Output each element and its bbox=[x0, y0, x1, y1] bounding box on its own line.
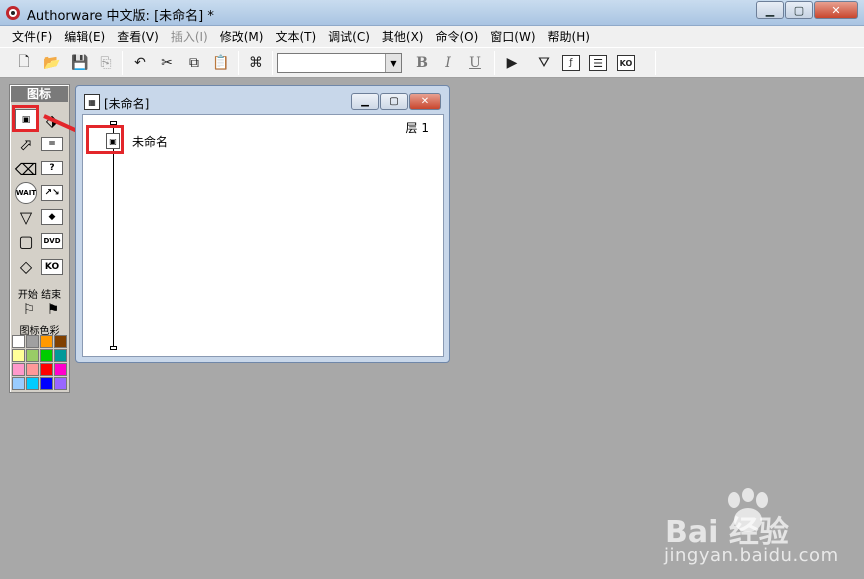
color-swatch[interactable] bbox=[54, 335, 67, 348]
find-icon[interactable]: ⌘ bbox=[246, 53, 266, 73]
close-button[interactable]: ✕ bbox=[814, 1, 858, 19]
child-minimize-button[interactable]: ▁ bbox=[351, 93, 379, 110]
color-swatch[interactable] bbox=[12, 363, 25, 376]
menu-bar: 文件(F) 编辑(E) 查看(V) 插入(I) 修改(M) 文本(T) 调试(C… bbox=[0, 26, 864, 47]
paste-icon[interactable]: 📋 bbox=[211, 53, 231, 73]
erase-icon[interactable]: ⬀ bbox=[15, 133, 37, 155]
color-swatch[interactable] bbox=[26, 377, 39, 390]
ko-icon[interactable]: KO bbox=[41, 259, 63, 275]
control-panel-icon[interactable]: ⛛ bbox=[534, 53, 554, 73]
highlight-box bbox=[86, 125, 124, 154]
start-flag-icon[interactable]: ⚐ bbox=[18, 299, 40, 321]
menu-modify[interactable]: 修改(M) bbox=[214, 28, 270, 45]
toolbar-separator bbox=[122, 51, 123, 75]
watermark-url: jingyan.baidu.com bbox=[664, 545, 839, 566]
bold-button[interactable]: B bbox=[412, 53, 432, 73]
wait-icon[interactable]: WAIT bbox=[15, 182, 37, 204]
underline-button[interactable]: U bbox=[465, 53, 485, 73]
import-icon[interactable]: ⎘ bbox=[96, 53, 116, 73]
child-close-button[interactable]: ✕ bbox=[409, 93, 441, 110]
decision-icon[interactable]: ◇ bbox=[15, 255, 37, 277]
color-swatch[interactable] bbox=[12, 349, 25, 362]
menu-insert[interactable]: 插入(I) bbox=[165, 28, 214, 45]
digital-movie-icon[interactable]: ◆ bbox=[41, 209, 63, 225]
erase-tool-icon[interactable]: ⌫ bbox=[15, 158, 38, 180]
framework-icon[interactable]: ▢ bbox=[15, 230, 37, 252]
new-icon[interactable]: 🗋 bbox=[14, 53, 34, 73]
flowline-canvas[interactable]: 层 1 ▣ 未命名 bbox=[82, 114, 444, 357]
color-swatch[interactable] bbox=[40, 363, 53, 376]
menu-text[interactable]: 文本(T) bbox=[269, 28, 322, 45]
minimize-icon: ▁ bbox=[765, 3, 775, 17]
color-swatch[interactable] bbox=[40, 349, 53, 362]
toolbar: 🗋 📂 💾 ⎘ ↶ ✂ ⧉ 📋 ⌘ ▼ B I U ▶ ⛛ ƒ ☰ KO bbox=[0, 47, 864, 78]
color-swatch[interactable] bbox=[54, 363, 67, 376]
palette-title[interactable]: 图标 bbox=[11, 86, 68, 102]
interaction-icon[interactable]: ? bbox=[41, 161, 63, 175]
end-flag-icon[interactable]: ⚑ bbox=[42, 299, 64, 321]
menu-edit[interactable]: 编辑(E) bbox=[58, 28, 111, 45]
maximize-icon: ▢ bbox=[793, 3, 805, 17]
menu-help[interactable]: 帮助(H) bbox=[542, 28, 596, 45]
run-icon[interactable]: ▶ bbox=[502, 53, 522, 73]
flowline bbox=[113, 123, 114, 349]
flow-icon-label[interactable]: 未命名 bbox=[132, 133, 168, 150]
menu-commands[interactable]: 命令(O) bbox=[429, 28, 484, 45]
menu-window[interactable]: 窗口(W) bbox=[484, 28, 541, 45]
maximize-button[interactable]: ▢ bbox=[785, 1, 813, 19]
color-swatch[interactable] bbox=[26, 349, 39, 362]
navigate-icon[interactable]: ▽ bbox=[15, 206, 37, 228]
functions-icon[interactable]: ƒ bbox=[562, 55, 580, 71]
layer-label: 层 1 bbox=[405, 121, 429, 135]
close-icon: ✕ bbox=[420, 96, 430, 107]
chevron-down-icon[interactable]: ▼ bbox=[385, 54, 401, 72]
window-controls: ▁ ▢ ✕ bbox=[755, 1, 858, 19]
flowchart-window[interactable]: ▦ [未命名] ▁ ▢ ✕ 层 1 ▣ 未命名 bbox=[75, 85, 450, 363]
open-icon[interactable]: 📂 bbox=[42, 53, 62, 73]
knowledge-objects-icon[interactable]: KO bbox=[617, 55, 635, 71]
variables-icon[interactable]: ☰ bbox=[589, 55, 607, 71]
highlight-box bbox=[12, 105, 39, 132]
menu-file[interactable]: 文件(F) bbox=[6, 28, 58, 45]
undo-icon[interactable]: ↶ bbox=[130, 53, 150, 73]
map-icon[interactable]: ↗↘ bbox=[41, 185, 63, 201]
color-swatch[interactable] bbox=[26, 363, 39, 376]
child-maximize-button[interactable]: ▢ bbox=[380, 93, 408, 110]
minimize-button[interactable]: ▁ bbox=[756, 1, 784, 19]
cut-icon[interactable]: ✂ bbox=[157, 53, 177, 73]
app-title-bar[interactable]: Authorware 中文版: [未命名] * ▁ ▢ ✕ bbox=[0, 0, 864, 26]
copy-icon[interactable]: ⧉ bbox=[184, 53, 204, 73]
toolbar-separator bbox=[655, 51, 656, 75]
map-icon: ▦ bbox=[84, 94, 100, 110]
maximize-icon: ▢ bbox=[389, 96, 399, 107]
save-all-icon[interactable]: 💾 bbox=[70, 53, 90, 73]
menu-xtras[interactable]: 其他(X) bbox=[376, 28, 430, 45]
color-swatch[interactable] bbox=[12, 335, 25, 348]
flowchart-window-title: [未命名] bbox=[104, 97, 150, 111]
italic-button[interactable]: I bbox=[438, 53, 458, 73]
menu-debug[interactable]: 调试(C) bbox=[322, 28, 376, 45]
menu-view[interactable]: 查看(V) bbox=[111, 28, 165, 45]
app-title: Authorware 中文版: [未命名] * bbox=[27, 9, 214, 24]
toolbar-separator bbox=[238, 51, 239, 75]
color-swatch[interactable] bbox=[54, 349, 67, 362]
flowline-end-marker bbox=[110, 346, 117, 350]
toolbar-separator bbox=[494, 51, 495, 75]
color-swatch[interactable] bbox=[12, 377, 25, 390]
font-select[interactable]: ▼ bbox=[277, 53, 402, 73]
authorware-logo-icon bbox=[6, 6, 20, 20]
dvd-icon[interactable]: DVD bbox=[41, 233, 63, 249]
minimize-icon: ▁ bbox=[361, 96, 369, 107]
color-swatch[interactable] bbox=[26, 335, 39, 348]
color-swatch[interactable] bbox=[40, 377, 53, 390]
close-icon: ✕ bbox=[831, 3, 841, 17]
color-swatch[interactable] bbox=[54, 377, 67, 390]
color-swatch[interactable] bbox=[40, 335, 53, 348]
child-window-controls: ▁ ▢ ✕ bbox=[350, 93, 441, 110]
toolbar-separator bbox=[272, 51, 273, 75]
